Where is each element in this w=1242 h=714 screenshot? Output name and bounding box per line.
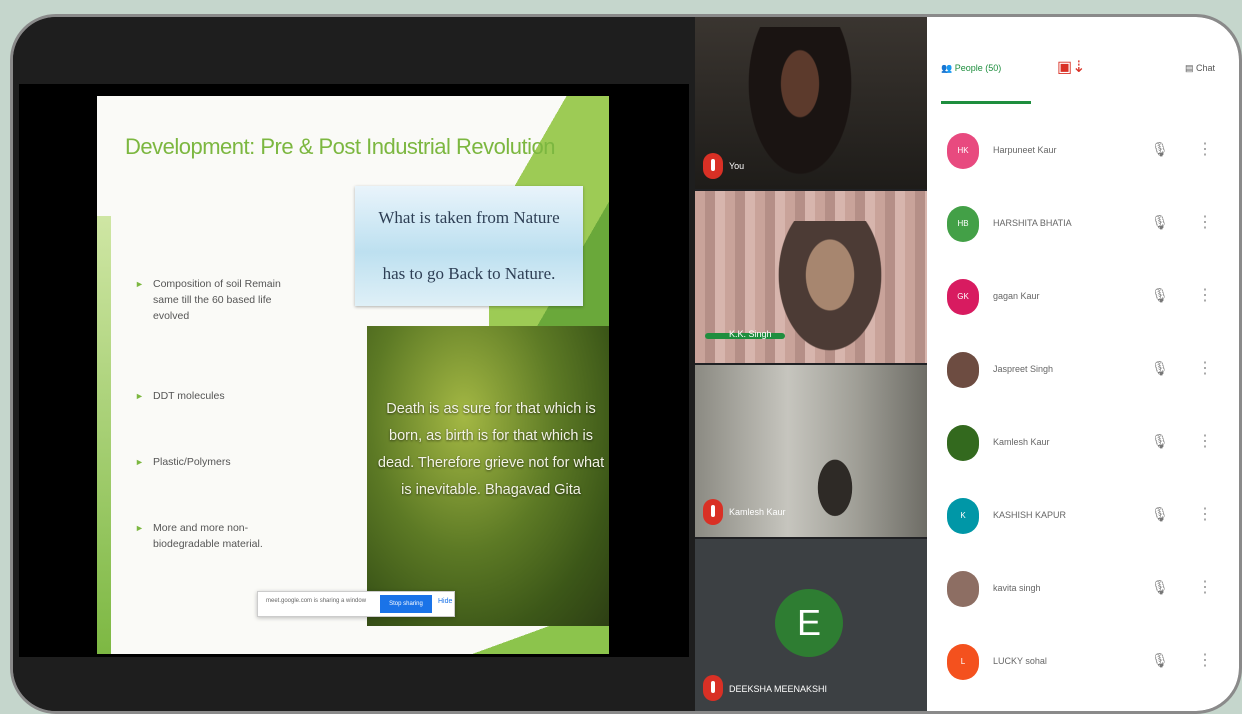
photo-quote-image: Death is as sure for that which is born,… xyxy=(367,326,609,626)
tile-name: K.K. Singh xyxy=(729,329,772,339)
tab-people-label: People (50) xyxy=(954,63,1002,73)
participant-avatar xyxy=(947,571,979,607)
participant-avatar: HK xyxy=(947,133,979,169)
mic-off-icon[interactable]: 🎙 xyxy=(1151,141,1169,158)
mic-off-icon[interactable]: 🎙 xyxy=(1151,579,1169,596)
bullet-text: Plastic/Polymers xyxy=(153,456,231,468)
participant-name: kavita singh xyxy=(993,583,1041,593)
video-tile[interactable]: Kamlesh Kaur xyxy=(695,365,927,537)
raised-hand-icon[interactable]: ▣⇣ xyxy=(1057,57,1086,77)
screen-share-notification: meet.google.com is sharing a window Stop… xyxy=(257,591,455,617)
participant-avatar xyxy=(947,352,979,388)
more-options-icon[interactable]: ⋮ xyxy=(1197,504,1213,524)
mic-muted-icon xyxy=(703,153,723,179)
more-options-icon[interactable]: ⋮ xyxy=(1197,358,1213,378)
bullet-arrow-icon: ► xyxy=(135,457,144,467)
participant-avatar: HB xyxy=(947,206,979,242)
tab-chat[interactable]: ▤ Chat xyxy=(1185,63,1215,74)
panel-tabs: 👥 People (50) ▣⇣ ▤ Chat xyxy=(927,17,1239,115)
people-panel: 👥 People (50) ▣⇣ ▤ Chat HK Harpuneet Kaur… xyxy=(927,17,1239,711)
photo-quote-text: Death is as sure for that which is born,… xyxy=(377,401,605,498)
participant-row[interactable]: Jaspreet Singh 🎙 ⋮ xyxy=(927,334,1239,406)
participant-avatar xyxy=(947,425,979,461)
more-options-icon[interactable]: ⋮ xyxy=(1197,212,1213,232)
bullet-arrow-icon: ► xyxy=(135,279,144,289)
bullet-item: ► Composition of soil Remain same till t… xyxy=(135,276,303,324)
more-options-icon[interactable]: ⋮ xyxy=(1197,650,1213,670)
participant-video xyxy=(805,455,865,537)
participant-name: HARSHITA BHATIA xyxy=(993,218,1072,228)
people-icon: 👥 xyxy=(941,63,953,73)
bullet-text: Composition of soil Remain same till the… xyxy=(153,278,281,322)
mic-muted-icon xyxy=(703,675,723,701)
meet-window: Development: Pre & Post Industrial Revol… xyxy=(10,14,1242,714)
bullet-item: ► More and more non-biodegradable materi… xyxy=(135,520,303,552)
participant-video xyxy=(740,27,860,189)
participant-row[interactable]: K KASHISH KAPUR 🎙 ⋮ xyxy=(927,480,1239,552)
tile-name: DEEKSHA MEENAKSHI xyxy=(729,684,828,694)
video-tile[interactable]: K.K. Singh xyxy=(695,191,927,363)
participant-avatar: L xyxy=(947,644,979,680)
participant-name: KASHISH KAPUR xyxy=(993,510,1067,520)
slide-title: Development: Pre & Post Industrial Revol… xyxy=(125,134,555,159)
quote-line: has to go Back to Nature. xyxy=(382,264,556,283)
stop-sharing-button[interactable]: Stop sharing xyxy=(380,595,432,613)
participant-name: Jaspreet Singh xyxy=(993,364,1054,374)
more-options-icon[interactable]: ⋮ xyxy=(1197,139,1213,159)
slide-decoration xyxy=(469,622,609,654)
tab-people[interactable]: 👥 People (50) xyxy=(941,63,1001,74)
more-options-icon[interactable]: ⋮ xyxy=(1197,285,1213,305)
participant-row[interactable]: HK Harpuneet Kaur 🎙 ⋮ xyxy=(927,115,1239,187)
mic-off-icon[interactable]: 🎙 xyxy=(1151,287,1169,304)
participant-row[interactable]: L LUCKY sohal 🎙 ⋮ xyxy=(927,626,1239,698)
participant-avatar: GK xyxy=(947,279,979,315)
quote-image: What is taken from Nature has to go Back… xyxy=(355,186,583,306)
tile-name: You xyxy=(729,161,745,171)
mic-off-icon[interactable]: 🎙 xyxy=(1151,214,1169,231)
participant-avatar: E xyxy=(775,589,843,657)
mic-off-icon[interactable]: 🎙 xyxy=(1151,652,1169,669)
mic-muted-icon xyxy=(703,499,723,525)
participant-video xyxy=(770,221,890,363)
video-tiles: You K.K. Singh Kamlesh Kaur E DEEKSHA ME… xyxy=(695,17,927,711)
presentation-slide: Development: Pre & Post Industrial Revol… xyxy=(97,96,609,654)
mic-off-icon[interactable]: 🎙 xyxy=(1151,360,1169,377)
presentation-stage: Development: Pre & Post Industrial Revol… xyxy=(13,17,695,711)
participant-name: LUCKY sohal xyxy=(993,656,1047,666)
tile-name: Kamlesh Kaur xyxy=(729,507,786,517)
bullet-text: More and more non-biodegradable material… xyxy=(153,522,263,550)
video-tile[interactable]: E DEEKSHA MEENAKSHI xyxy=(695,539,927,711)
bullet-arrow-icon: ► xyxy=(135,523,144,533)
mic-off-icon[interactable]: 🎙 xyxy=(1151,506,1169,523)
bullet-arrow-icon: ► xyxy=(135,391,144,401)
participant-name: Kamlesh Kaur xyxy=(993,437,1050,447)
participant-row[interactable]: GK gagan Kaur 🎙 ⋮ xyxy=(927,261,1239,333)
bullet-text: DDT molecules xyxy=(153,390,225,402)
bullet-item: ► Plastic/Polymers xyxy=(135,454,303,470)
bullet-item: ► DDT molecules xyxy=(135,388,303,404)
shared-screen: Development: Pre & Post Industrial Revol… xyxy=(19,84,689,657)
more-options-icon[interactable]: ⋮ xyxy=(1197,431,1213,451)
quote-line: What is taken from Nature xyxy=(378,208,560,227)
participant-name: gagan Kaur xyxy=(993,291,1040,301)
mic-off-icon[interactable]: 🎙 xyxy=(1151,433,1169,450)
hide-button[interactable]: Hide xyxy=(438,598,452,605)
participant-row[interactable]: kavita singh 🎙 ⋮ xyxy=(927,553,1239,625)
participant-avatar: K xyxy=(947,498,979,534)
participant-row[interactable]: HB HARSHITA BHATIA 🎙 ⋮ xyxy=(927,188,1239,260)
slide-decoration xyxy=(97,216,111,654)
tab-chat-label: Chat xyxy=(1196,63,1216,73)
video-tile[interactable]: You xyxy=(695,17,927,189)
share-text: meet.google.com is sharing a window xyxy=(266,598,367,604)
participant-name: Harpuneet Kaur xyxy=(993,145,1057,155)
participant-row[interactable]: Kamlesh Kaur 🎙 ⋮ xyxy=(927,407,1239,479)
more-options-icon[interactable]: ⋮ xyxy=(1197,577,1213,597)
chat-icon: ▤ xyxy=(1185,63,1194,73)
active-tab-indicator xyxy=(941,101,1031,104)
